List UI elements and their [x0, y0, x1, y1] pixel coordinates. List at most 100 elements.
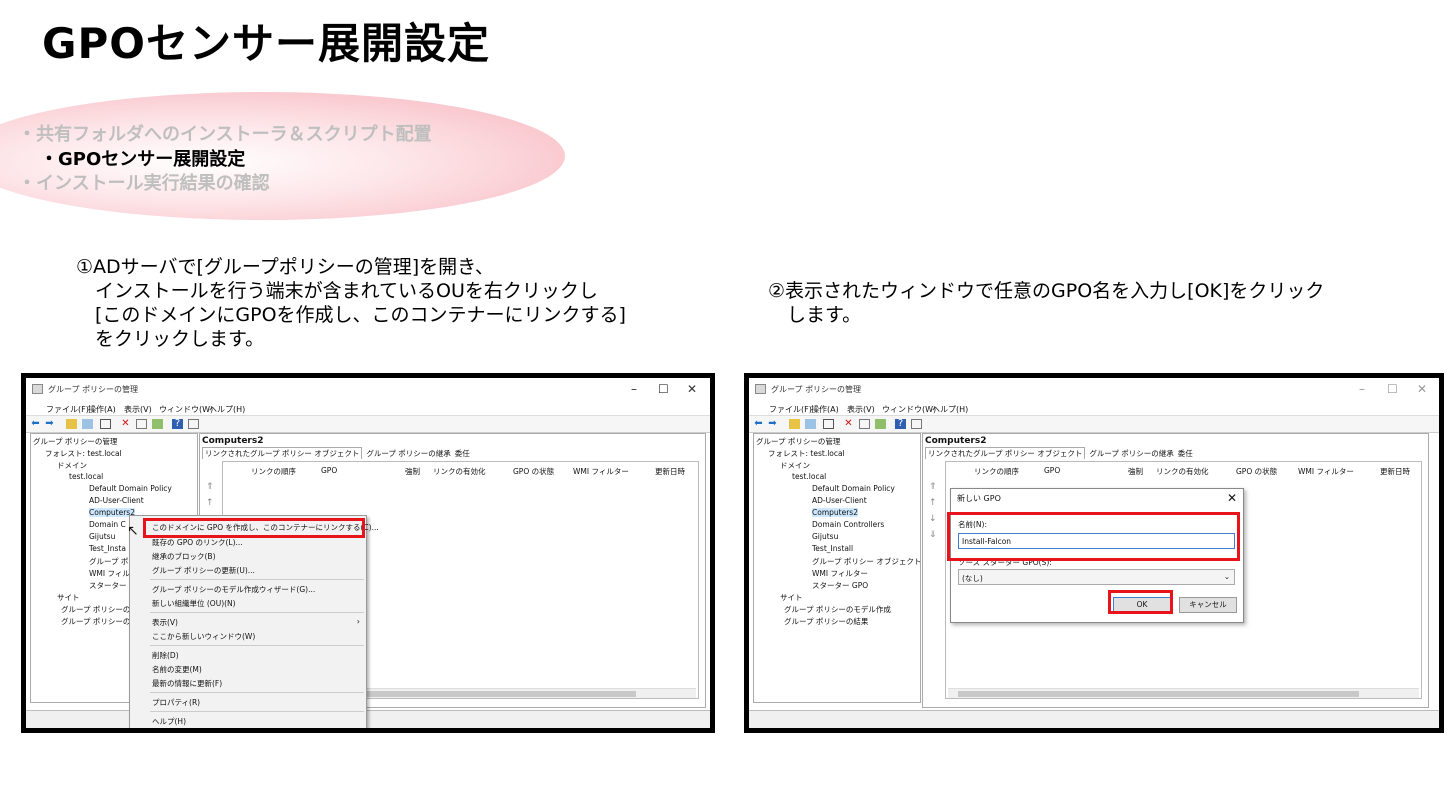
menu-properties[interactable]: プロパティ(R): [152, 697, 200, 708]
dialog-close-icon[interactable]: ✕: [1227, 491, 1237, 505]
tab-linked-gpo[interactable]: リンクされたグループ ポリシー オブジェクト: [202, 447, 363, 459]
help-icon[interactable]: ?: [895, 419, 906, 429]
menu-view[interactable]: 表示(V): [847, 404, 875, 415]
tree-item[interactable]: スターター GPO: [812, 580, 868, 591]
cancel-button[interactable]: キャンセル: [1179, 597, 1237, 613]
tree-item[interactable]: Gijutsu: [89, 532, 115, 541]
tree-results[interactable]: グループ ポリシーの結果: [784, 616, 868, 627]
folder-up-icon[interactable]: [66, 419, 77, 429]
tab-delegation[interactable]: 委任: [455, 449, 470, 458]
tree-item[interactable]: Default Domain Policy: [89, 484, 172, 493]
column-header[interactable]: リンクの有効化: [1156, 466, 1209, 477]
tree-forest[interactable]: フォレスト: test.local: [768, 448, 845, 459]
refresh-icon[interactable]: [875, 419, 886, 429]
move-up-icon[interactable]: ↑: [206, 498, 214, 508]
show-tree-icon[interactable]: [82, 419, 93, 429]
tree-domains[interactable]: ドメイン: [57, 460, 87, 471]
tree-item[interactable]: WMI フィル: [89, 568, 130, 579]
tree-item[interactable]: Test_Insta: [89, 544, 126, 553]
maximize-button[interactable]: ☐: [1387, 382, 1398, 396]
minimize-button[interactable]: –: [1359, 382, 1365, 396]
tree-item-selected[interactable]: Computers2: [812, 508, 858, 517]
menu-view[interactable]: 表示(V): [124, 404, 152, 415]
tree-sites[interactable]: サイト: [780, 592, 803, 603]
refresh-icon[interactable]: [152, 419, 163, 429]
tree-item[interactable]: Test_Install: [812, 544, 853, 553]
menu-file[interactable]: ファイル(F): [46, 404, 89, 415]
menu-rename[interactable]: 名前の変更(M): [152, 664, 202, 675]
pane-icon[interactable]: [188, 419, 199, 429]
menu-action[interactable]: 操作(A): [88, 404, 116, 415]
close-button[interactable]: ✕: [1417, 382, 1427, 396]
column-header[interactable]: WMI フィルター: [573, 466, 629, 477]
properties-icon[interactable]: [136, 419, 147, 429]
copy-icon[interactable]: [100, 419, 111, 429]
tree-item[interactable]: Domain Controllers: [812, 520, 884, 529]
column-header[interactable]: 強制: [405, 466, 420, 477]
menu-gp-update[interactable]: グループ ポリシーの更新(U)...: [152, 565, 255, 576]
maximize-button[interactable]: ☐: [658, 382, 669, 396]
back-icon[interactable]: ⬅: [753, 419, 764, 429]
menu-help[interactable]: ヘルプ(H): [932, 404, 968, 415]
move-up-icon[interactable]: ↑: [929, 498, 937, 508]
menu-view[interactable]: 表示(V): [152, 617, 178, 628]
tree-domain[interactable]: test.local: [69, 472, 103, 481]
column-header[interactable]: リンクの有効化: [433, 466, 486, 477]
tree-sites[interactable]: サイト: [57, 592, 80, 603]
column-header[interactable]: GPO: [321, 466, 337, 475]
tree-item[interactable]: WMI フィルター: [812, 568, 868, 579]
tab-delegation[interactable]: 委任: [1178, 449, 1193, 458]
column-header[interactable]: WMI フィルター: [1298, 466, 1354, 477]
column-header[interactable]: リンクの順序: [974, 466, 1019, 477]
tree-root[interactable]: グループ ポリシーの管理: [756, 436, 840, 447]
menu-link-existing[interactable]: 既存の GPO のリンク(L)...: [152, 537, 243, 548]
tree-item[interactable]: Domain C: [89, 520, 126, 529]
source-starter-gpo-select[interactable]: (なし) ⌄: [958, 569, 1235, 585]
tab-inheritance[interactable]: グループ ポリシーの継承: [366, 449, 450, 458]
delete-icon[interactable]: ✕: [120, 419, 131, 429]
forward-icon[interactable]: ➡: [767, 419, 778, 429]
menu-help[interactable]: ヘルプ(H): [209, 404, 245, 415]
move-top-icon[interactable]: ⇑: [206, 482, 214, 492]
tree-item[interactable]: AD-User-Client: [812, 496, 867, 505]
move-bottom-icon[interactable]: ⇓: [929, 530, 937, 540]
show-tree-icon[interactable]: [805, 419, 816, 429]
help-icon[interactable]: ?: [172, 419, 183, 429]
folder-up-icon[interactable]: [789, 419, 800, 429]
tree-results[interactable]: グループ ポリシーの: [61, 616, 130, 627]
column-header[interactable]: GPO: [1044, 466, 1060, 475]
copy-icon[interactable]: [823, 419, 834, 429]
move-top-icon[interactable]: ⇑: [929, 482, 937, 492]
minimize-button[interactable]: –: [631, 382, 637, 396]
menu-delete[interactable]: 削除(D): [152, 650, 179, 661]
tree-item[interactable]: AD-User-Client: [89, 496, 144, 505]
tree-forest[interactable]: フォレスト: test.local: [45, 448, 122, 459]
tree-modeling[interactable]: グループ ポリシーの: [61, 604, 130, 615]
horizontal-scrollbar[interactable]: [948, 688, 1419, 698]
menu-block-inheritance[interactable]: 継承のブロック(B): [152, 551, 216, 562]
column-header[interactable]: 強制: [1128, 466, 1143, 477]
tree-item[interactable]: スターター G: [89, 580, 135, 591]
back-icon[interactable]: ⬅: [30, 419, 41, 429]
tree-item[interactable]: Default Domain Policy: [812, 484, 895, 493]
menu-refresh[interactable]: 最新の情報に更新(F): [152, 678, 222, 689]
tree-modeling[interactable]: グループ ポリシーのモデル作成: [784, 604, 891, 615]
tree-root[interactable]: グループ ポリシーの管理: [33, 436, 117, 447]
move-down-icon[interactable]: ↓: [929, 514, 937, 524]
menu-file[interactable]: ファイル(F): [769, 404, 812, 415]
menu-action[interactable]: 操作(A): [811, 404, 839, 415]
menu-window[interactable]: ウィンドウ(W): [159, 404, 213, 415]
tree-item[interactable]: Gijutsu: [812, 532, 838, 541]
tree-item[interactable]: グループ ポリシー オブジェクト: [812, 556, 921, 567]
forward-icon[interactable]: ➡: [44, 419, 55, 429]
column-header[interactable]: GPO の状態: [1236, 466, 1277, 477]
column-header[interactable]: リンクの順序: [251, 466, 296, 477]
menu-window[interactable]: ウィンドウ(W): [882, 404, 936, 415]
menu-new-ou[interactable]: 新しい組織単位 (OU)(N): [152, 598, 236, 609]
tree-domains[interactable]: ドメイン: [780, 460, 810, 471]
tab-inheritance[interactable]: グループ ポリシーの継承: [1089, 449, 1173, 458]
menu-modeling-wizard[interactable]: グループ ポリシーのモデル作成ウィザード(G)...: [152, 584, 315, 595]
close-button[interactable]: ✕: [687, 382, 697, 396]
tab-linked-gpo[interactable]: リンクされたグループ ポリシー オブジェクト: [925, 447, 1086, 459]
pane-icon[interactable]: [911, 419, 922, 429]
